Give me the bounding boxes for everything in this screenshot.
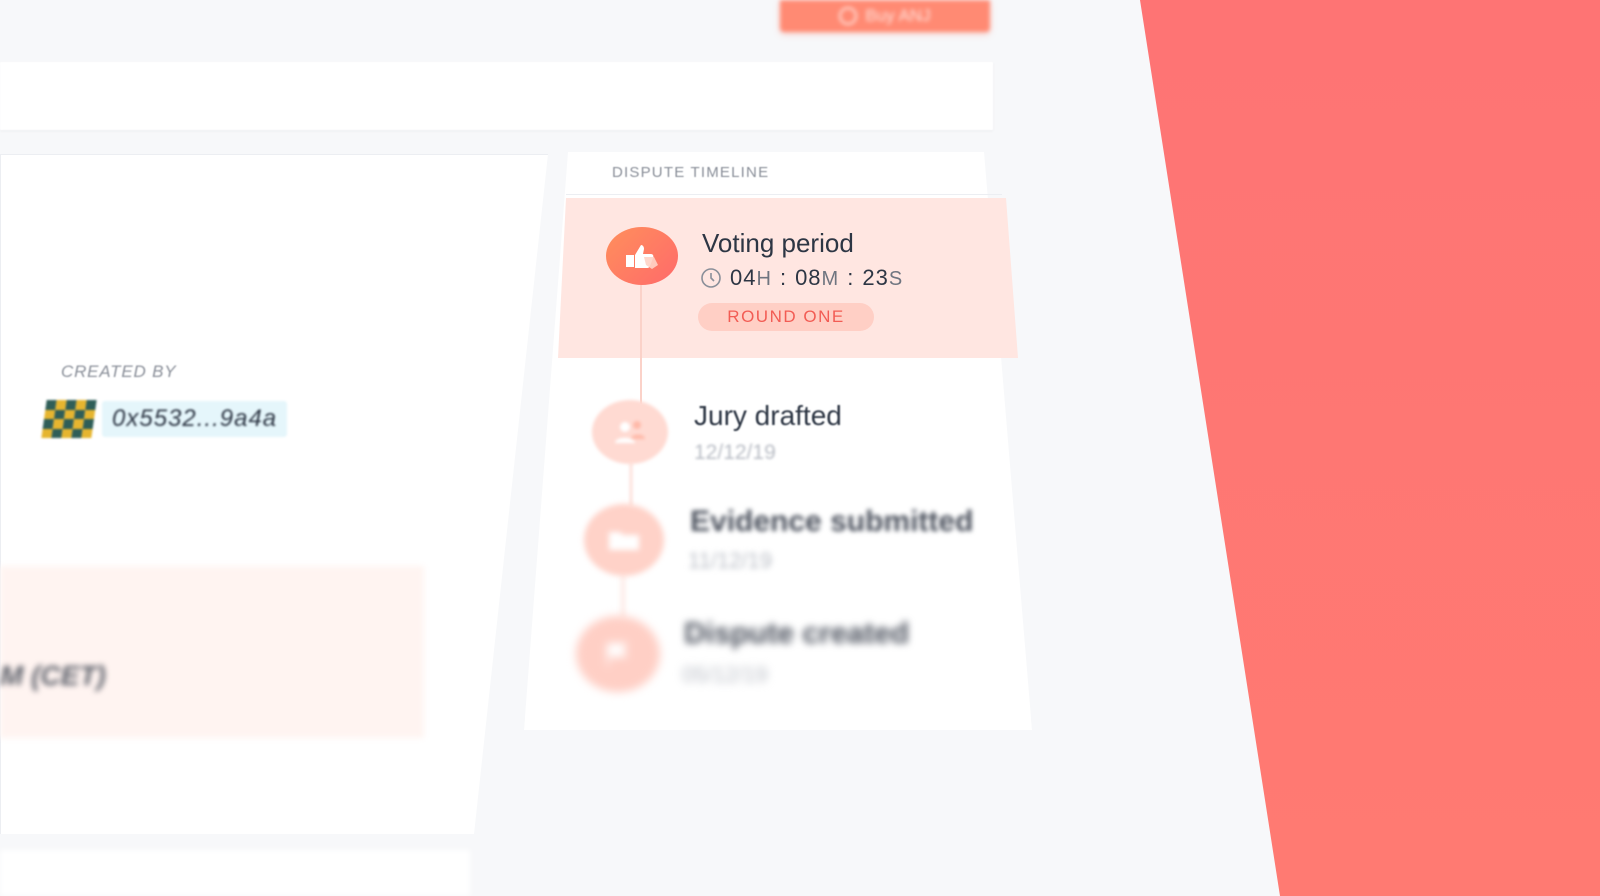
- timeline-connector: [640, 284, 642, 404]
- countdown-timer: 04H : 08M : 23S: [700, 265, 903, 291]
- timer-hours: 04: [730, 265, 757, 290]
- step-date: 05/12/19: [682, 662, 768, 687]
- creator-address[interactable]: 0x5532...9a4a: [102, 401, 288, 437]
- buy-anj-button[interactable]: Buy ANJ: [780, 0, 990, 32]
- identicon-avatar: [41, 400, 97, 438]
- date-text: M (CET): [0, 660, 106, 691]
- round-badge: ROUND ONE: [698, 303, 874, 331]
- step-title: Dispute created: [684, 617, 910, 650]
- timer-minutes-unit: M: [821, 268, 840, 290]
- timer-seconds: 23: [862, 265, 889, 290]
- created-by-label: CREATED BY: [61, 362, 177, 381]
- clock-icon: [701, 268, 721, 288]
- folder-icon: [584, 504, 664, 576]
- top-bar: [0, 62, 993, 130]
- timer-separator: :: [779, 265, 788, 290]
- step-date: 11/12/19: [688, 548, 773, 573]
- timer-hours-unit: H: [756, 268, 772, 290]
- buy-anj-label: Buy ANJ: [865, 6, 931, 25]
- date-box: [0, 566, 424, 738]
- step-title: Evidence submitted: [690, 505, 974, 538]
- jury-icon: [592, 400, 668, 464]
- timeline-title: DISPUTE TIMELINE: [612, 164, 770, 181]
- voting-icon: [606, 227, 678, 285]
- bottom-card: [0, 850, 470, 896]
- creator-chip[interactable]: 0x5532...9a4a: [41, 400, 288, 438]
- step-date: 12/12/19: [694, 441, 776, 464]
- step-title: Jury drafted: [694, 400, 842, 431]
- active-step-title: Voting period: [702, 228, 854, 258]
- timeline-connector: [630, 462, 632, 506]
- timeline-connector: [622, 574, 624, 618]
- timer-minutes: 08: [795, 265, 822, 290]
- title-divider: [566, 194, 1002, 195]
- coin-icon: [839, 7, 858, 25]
- timer-seconds-unit: S: [888, 268, 904, 290]
- timer-separator: :: [847, 265, 855, 290]
- flag-icon: [576, 616, 660, 692]
